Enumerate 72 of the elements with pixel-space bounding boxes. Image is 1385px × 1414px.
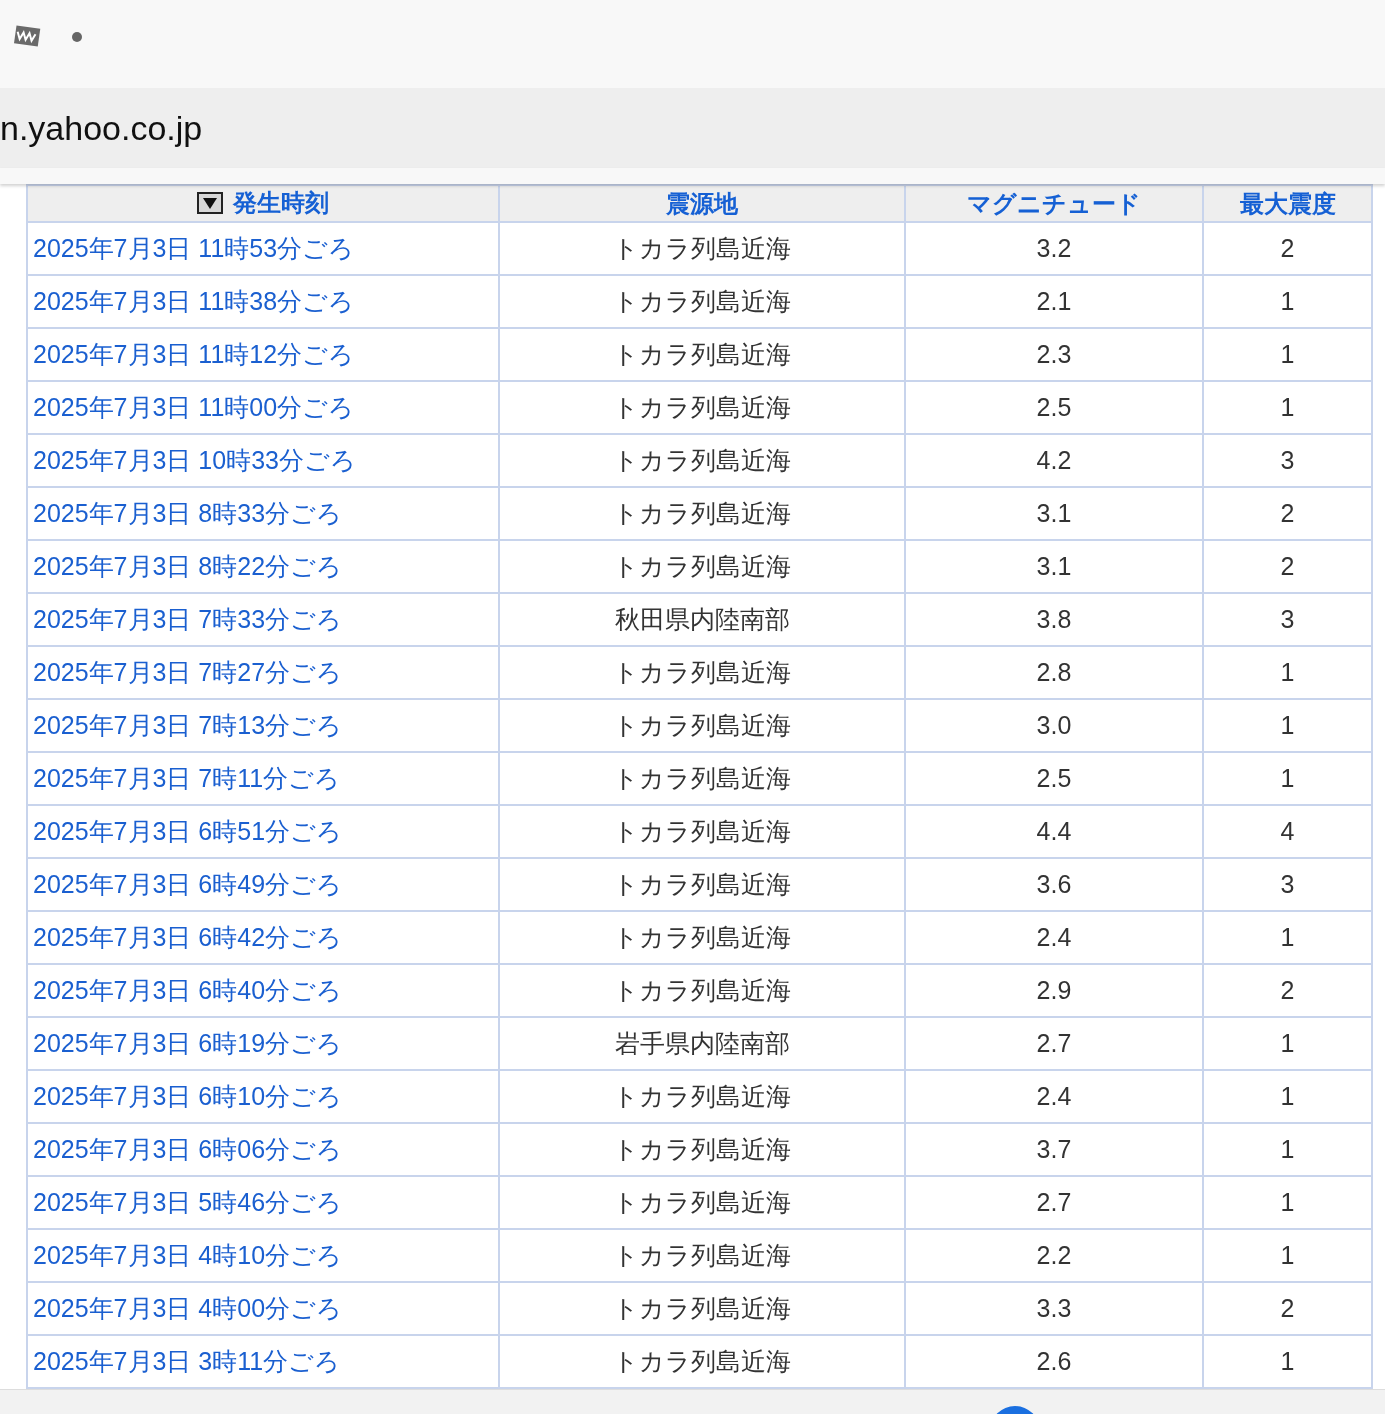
table-cell: 4.4 <box>1036 817 1072 845</box>
table-cell: 1 <box>1280 923 1295 951</box>
table-cell: 3.6 <box>1036 870 1072 898</box>
table-cell: 2.1 <box>1036 287 1072 315</box>
table-cell: トカラ列島近海 <box>613 764 791 792</box>
table-cell: 3.3 <box>1036 1294 1072 1322</box>
dot-icon <box>72 32 82 42</box>
table-cell: 2.3 <box>1036 340 1072 368</box>
table-cell: 2 <box>1280 976 1295 1004</box>
table-cell: トカラ列島近海 <box>613 1082 791 1110</box>
column-header[interactable]: 発生時刻 <box>233 187 329 219</box>
table-cell: トカラ列島近海 <box>613 923 791 951</box>
table-cell: 2 <box>1280 1294 1295 1322</box>
table-cell: 1 <box>1280 1241 1295 1269</box>
table-cell: トカラ列島近海 <box>613 1347 791 1375</box>
table-cell: 3 <box>1280 446 1295 474</box>
table-cell: 2.4 <box>1036 923 1072 951</box>
table-cell: トカラ列島近海 <box>613 499 791 527</box>
table-cell: 3.7 <box>1036 1135 1072 1163</box>
table-cell: 2.4 <box>1036 1082 1072 1110</box>
table-cell: 2.7 <box>1036 1029 1072 1057</box>
table-cell: 2.6 <box>1036 1347 1072 1375</box>
table-cell: 1 <box>1280 287 1295 315</box>
table-cell: 1 <box>1280 1347 1295 1375</box>
table-cell: 4.2 <box>1036 446 1072 474</box>
table-cell: 3 <box>1280 870 1295 898</box>
table-cell: 1 <box>1280 393 1295 421</box>
table-cell: 1 <box>1280 764 1295 792</box>
table-cell: 3.1 <box>1036 499 1072 527</box>
table-cell: 2.9 <box>1036 976 1072 1004</box>
logo-icon <box>12 24 42 50</box>
table-cell: トカラ列島近海 <box>613 658 791 686</box>
table-cell: 1 <box>1280 711 1295 739</box>
table-cell: トカラ列島近海 <box>613 1135 791 1163</box>
table-cell: トカラ列島近海 <box>613 711 791 739</box>
table-cell: トカラ列島近海 <box>613 446 791 474</box>
table-cell: 3.2 <box>1036 234 1072 262</box>
table-cell: 岩手県内陸南部 <box>614 1029 790 1057</box>
table-cell: トカラ列島近海 <box>613 340 791 368</box>
column-header[interactable]: 震源地 <box>666 187 738 220</box>
table-cell: 3 <box>1280 605 1295 633</box>
table-cell: 秋田県内陸南部 <box>614 605 790 633</box>
table-cell: 2 <box>1280 234 1295 262</box>
table-cell: 2.8 <box>1036 658 1072 686</box>
table-cell: トカラ列島近海 <box>613 552 791 580</box>
table-cell: 2.7 <box>1036 1188 1072 1216</box>
table-cell: 2.5 <box>1036 764 1072 792</box>
table-cell: トカラ列島近海 <box>613 234 791 262</box>
table-cell: 2.5 <box>1036 393 1072 421</box>
table-cell: トカラ列島近海 <box>613 287 791 315</box>
table-cell: 3.0 <box>1036 711 1072 739</box>
table-cell: 2.2 <box>1036 1241 1072 1269</box>
table-cell: 2 <box>1280 552 1295 580</box>
table-cell: 1 <box>1280 1135 1295 1163</box>
table-cell: 3.1 <box>1036 552 1072 580</box>
table-cell: 1 <box>1280 1082 1295 1110</box>
url-bar[interactable]: n.yahoo.co.jp <box>0 88 1385 168</box>
table-cell: 1 <box>1280 1029 1295 1057</box>
table-cell: 4 <box>1280 817 1295 845</box>
table-cell: 2 <box>1280 499 1295 527</box>
table-cell: 1 <box>1280 658 1295 686</box>
table-cell: 1 <box>1280 340 1295 368</box>
sort-icon[interactable] <box>197 192 223 214</box>
table-cell: トカラ列島近海 <box>613 1188 791 1216</box>
table-cell: トカラ列島近海 <box>613 870 791 898</box>
table-cell: トカラ列島近海 <box>613 817 791 845</box>
table-cell: トカラ列島近海 <box>613 1294 791 1322</box>
table-cell: 1 <box>1280 1188 1295 1216</box>
table-cell: 3.8 <box>1036 605 1072 633</box>
table-cell: トカラ列島近海 <box>613 976 791 1004</box>
table-cell: トカラ列島近海 <box>613 1241 791 1269</box>
table-cell: トカラ列島近海 <box>613 393 791 421</box>
